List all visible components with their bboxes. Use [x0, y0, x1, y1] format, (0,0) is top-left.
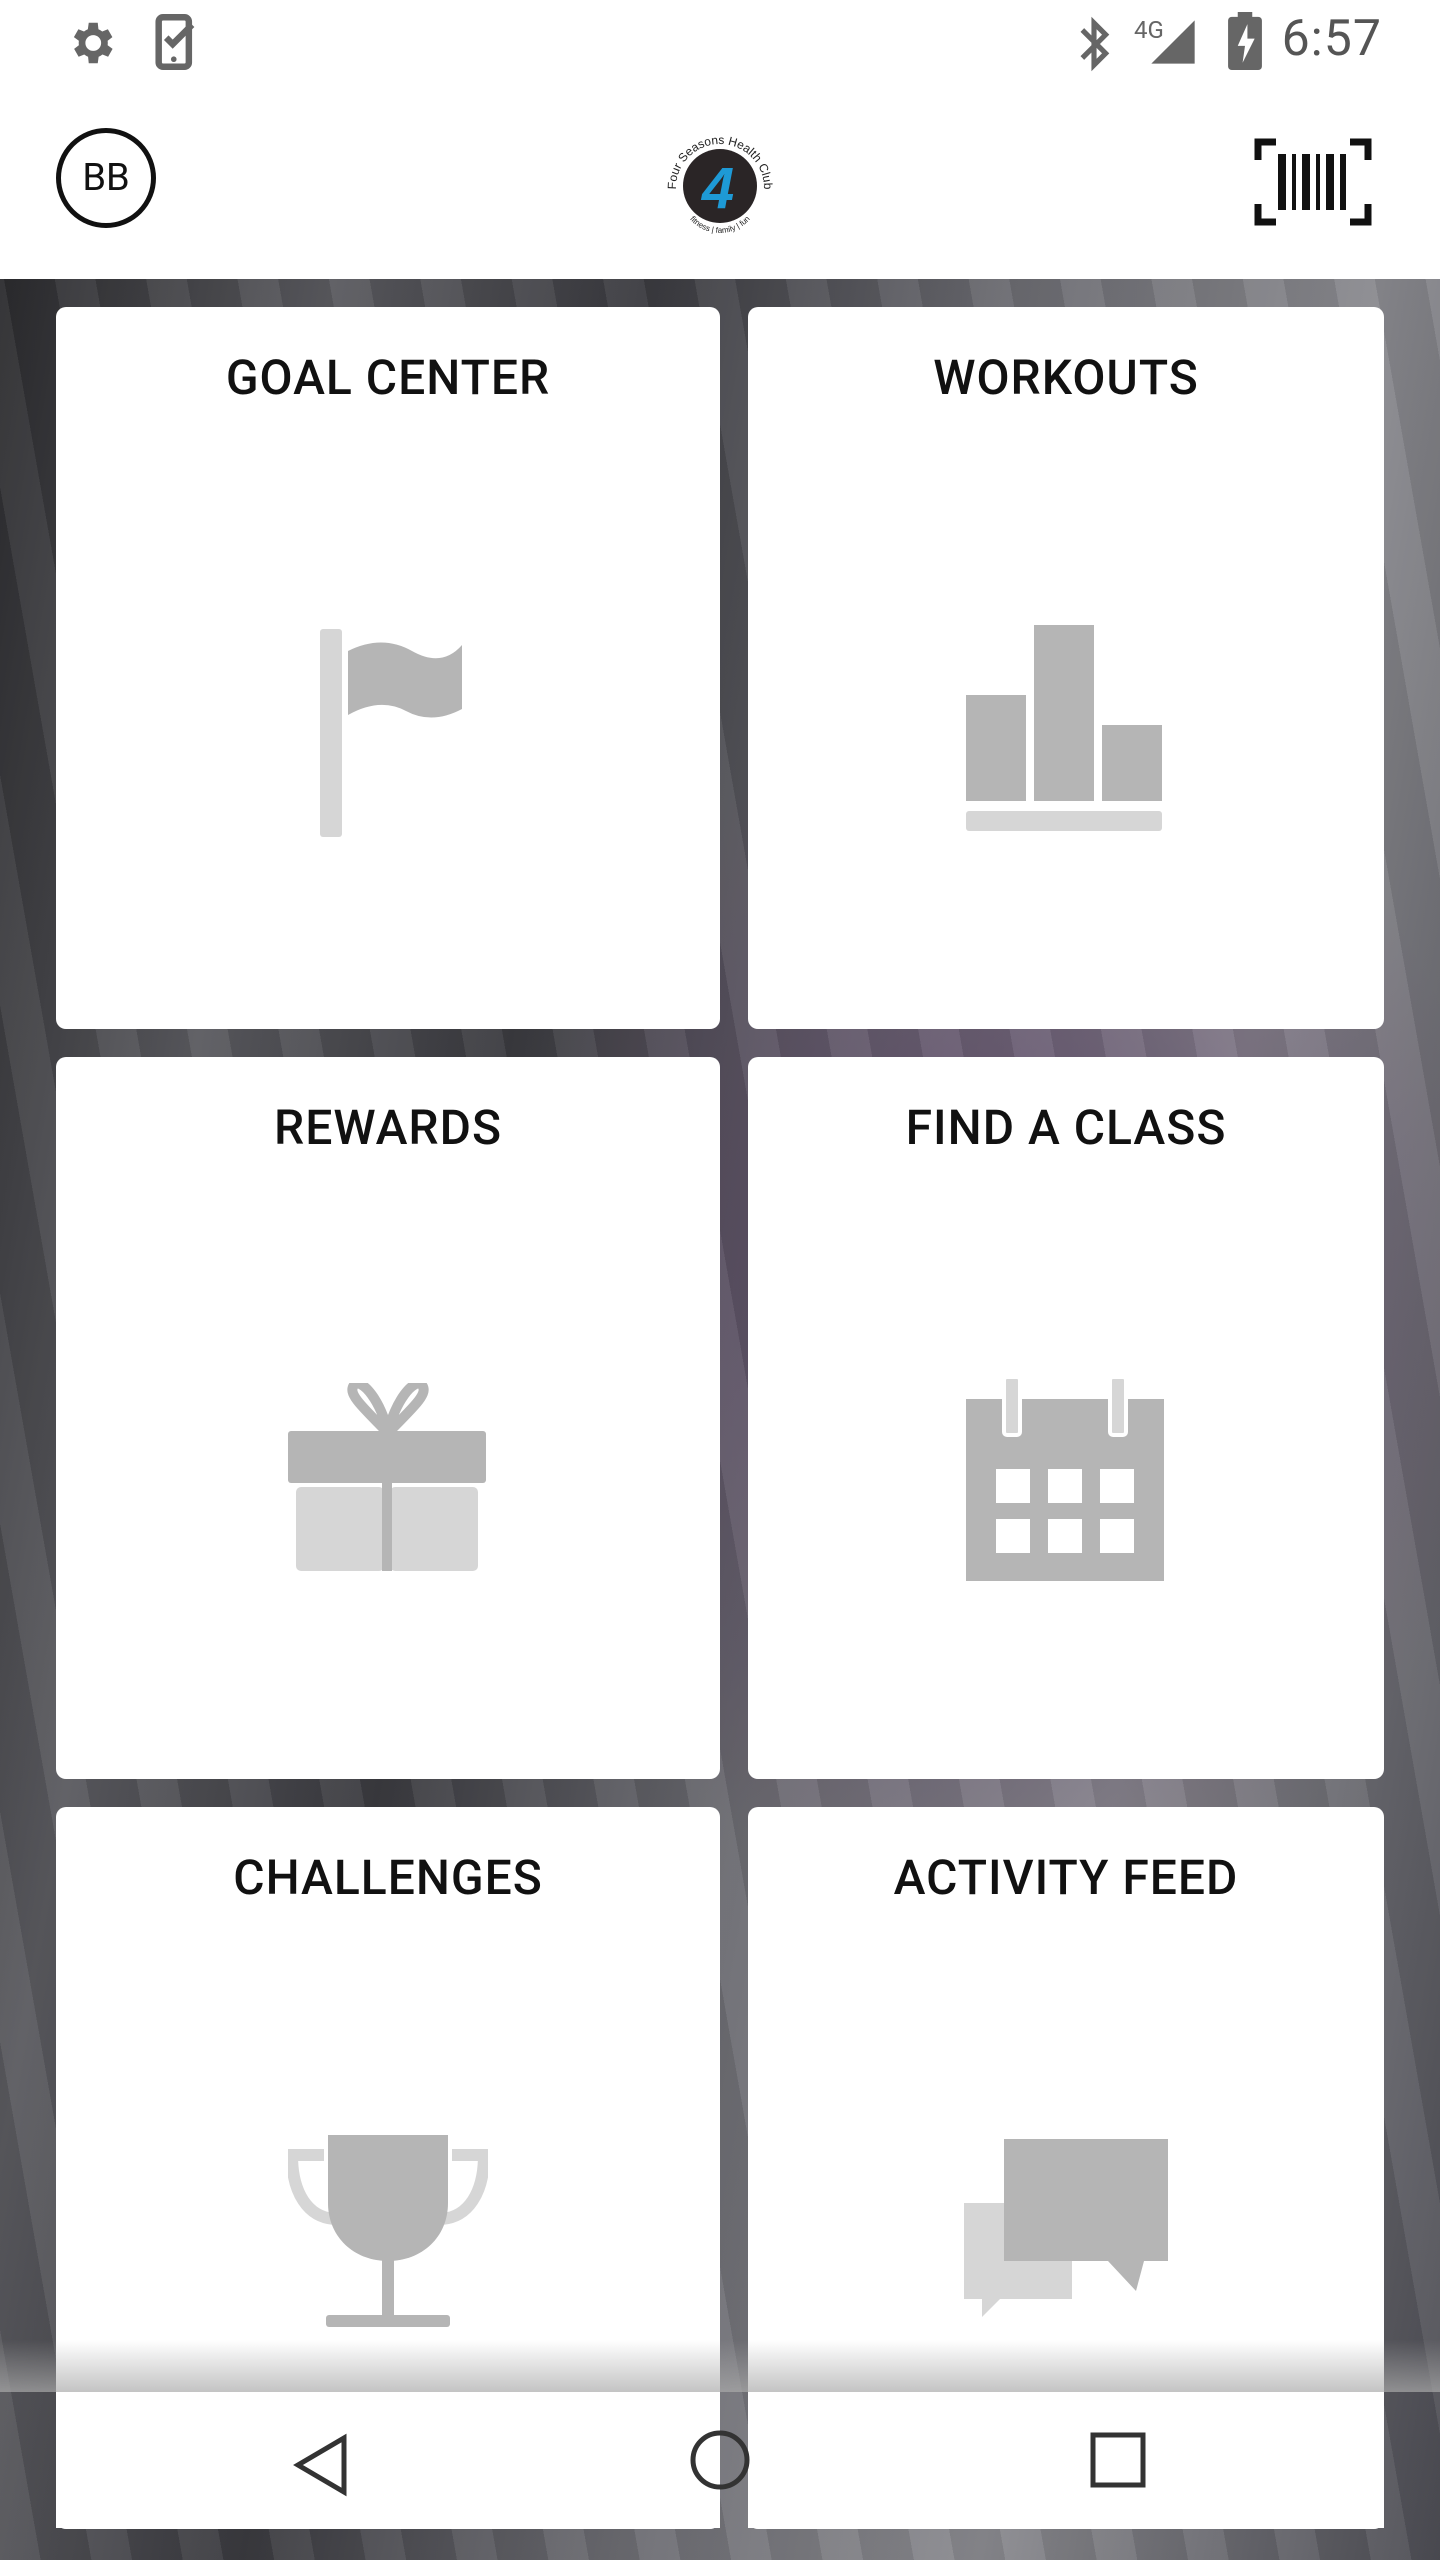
tile-find-a-class[interactable]: FIND A CLASS — [748, 1057, 1384, 1779]
settings-icon — [64, 16, 118, 74]
calendar-icon — [966, 1375, 1166, 1591]
back-icon — [293, 2433, 347, 2497]
task-check-icon — [154, 14, 200, 74]
tile-title: ACTIVITY FEED — [893, 1849, 1239, 1906]
back-button[interactable] — [286, 2428, 360, 2506]
tile-rewards[interactable]: REWARDS — [56, 1057, 720, 1779]
barcode-scan-button[interactable] — [1254, 138, 1372, 226]
signal-icon — [1146, 16, 1200, 72]
tile-goal-center[interactable]: GOAL CENTER — [56, 307, 720, 1029]
nav-fade — [0, 2340, 1440, 2392]
bluetooth-icon — [1072, 16, 1116, 76]
flag-icon — [312, 629, 472, 853]
tile-title: REWARDS — [273, 1099, 502, 1156]
gift-icon — [288, 1378, 488, 1587]
avatar[interactable]: BB — [56, 128, 156, 228]
tile-workouts[interactable]: WORKOUTS — [748, 307, 1384, 1029]
status-time: 6:57 — [1281, 10, 1382, 68]
club-logo: Four Seasons Health Club fitness | famil… — [662, 126, 778, 238]
nav-panel-right — [748, 2392, 1384, 2528]
barcode-scan-icon — [1254, 138, 1372, 226]
tile-title: CHALLENGES — [233, 1849, 543, 1906]
recents-icon — [1090, 2432, 1146, 2488]
home-icon — [690, 2430, 750, 2490]
tile-title: GOAL CENTER — [225, 349, 551, 406]
app-header: BB Four Seasons Health Club fitness | fa… — [0, 84, 1440, 279]
tile-title: FIND A CLASS — [905, 1099, 1227, 1156]
bar-chart-icon — [966, 625, 1166, 849]
tile-title: WORKOUTS — [933, 349, 1199, 406]
svg-text:4: 4 — [701, 156, 734, 221]
chat-bubbles-icon — [960, 2137, 1170, 2341]
status-bar: 4G 6:57 — [0, 0, 1440, 84]
battery-charging-icon — [1228, 12, 1262, 74]
navigation-bar — [0, 2392, 1440, 2560]
home-button[interactable] — [686, 2426, 754, 2498]
recents-button[interactable] — [1086, 2428, 1150, 2496]
nav-panel-left — [56, 2392, 720, 2528]
trophy-icon — [285, 2133, 491, 2337]
